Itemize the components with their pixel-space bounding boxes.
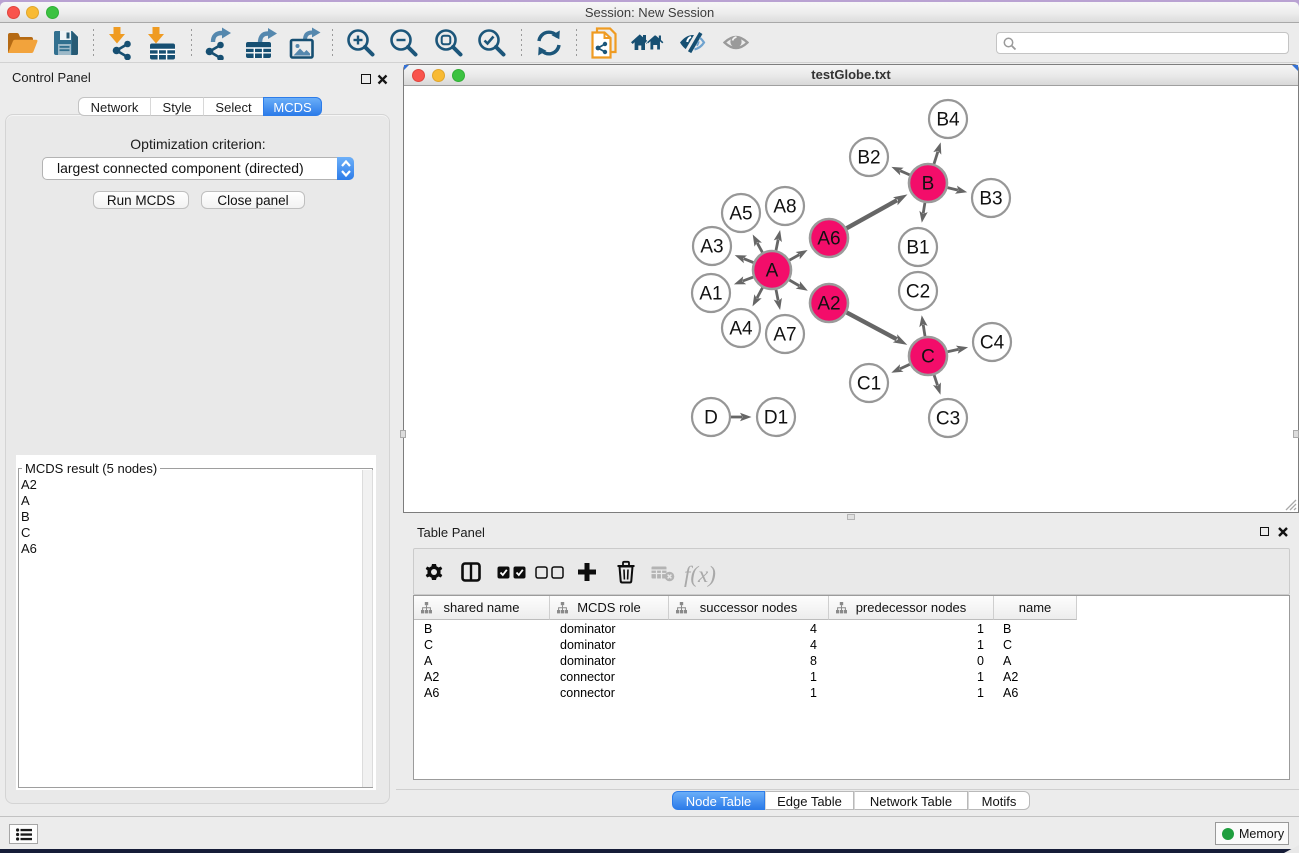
svg-text:A4: A4: [729, 319, 753, 340]
svg-text:B2: B2: [857, 148, 880, 169]
svg-text:A5: A5: [729, 204, 752, 225]
svg-text:A8: A8: [773, 197, 796, 218]
svg-text:C2: C2: [906, 282, 930, 303]
svg-text:D: D: [704, 408, 718, 429]
svg-text:C: C: [921, 347, 935, 368]
svg-text:A2: A2: [817, 294, 840, 315]
svg-text:A6: A6: [817, 229, 840, 250]
svg-text:A7: A7: [773, 325, 796, 346]
svg-text:B1: B1: [906, 238, 929, 259]
svg-text:A: A: [766, 261, 779, 282]
svg-text:C4: C4: [980, 333, 1005, 354]
svg-text:B4: B4: [936, 110, 960, 131]
svg-text:C3: C3: [936, 409, 960, 430]
svg-text:C1: C1: [857, 374, 881, 395]
svg-text:A1: A1: [699, 284, 722, 305]
svg-text:D1: D1: [764, 408, 788, 429]
svg-text:A3: A3: [700, 237, 723, 258]
svg-text:B: B: [922, 174, 935, 195]
svg-text:B3: B3: [979, 189, 1002, 210]
